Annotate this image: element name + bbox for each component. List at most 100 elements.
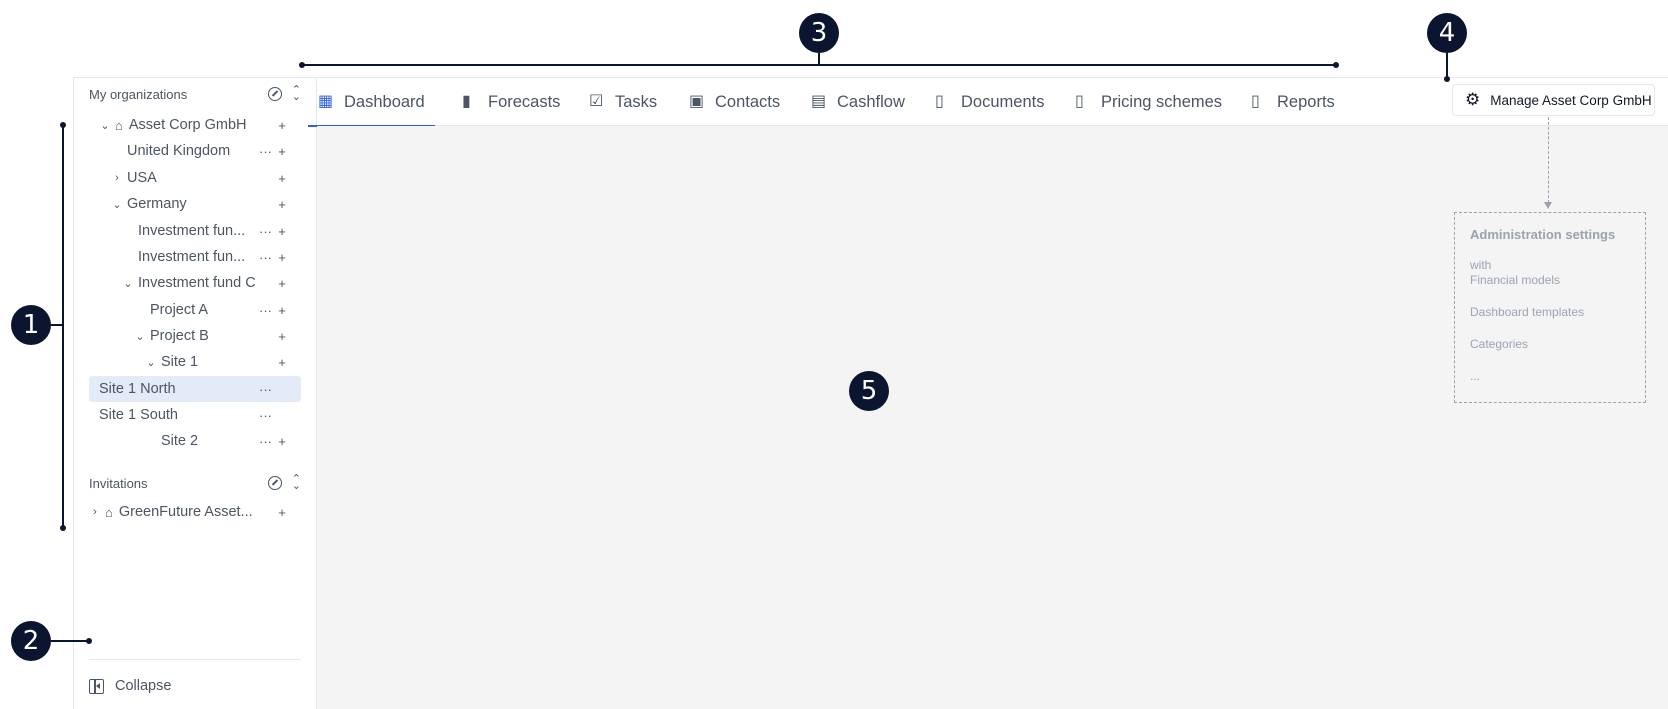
tree-item-label: Site 2 bbox=[161, 433, 199, 449]
callout-dot-4 bbox=[1444, 76, 1450, 82]
tree-item[interactable]: ⌄ Germany + bbox=[89, 191, 301, 217]
more-options-icon[interactable]: ··· bbox=[259, 250, 272, 265]
add-child-icon[interactable]: + bbox=[277, 276, 287, 291]
more-options-icon[interactable]: ··· bbox=[259, 144, 272, 159]
sidebar-divider bbox=[89, 659, 301, 660]
tree-item-actions: ··· + bbox=[259, 434, 287, 449]
tab-label: Documents bbox=[961, 92, 1045, 111]
more-options-icon[interactable]: ··· bbox=[259, 382, 272, 397]
chevron-right-icon[interactable]: › bbox=[89, 506, 101, 518]
tree-item-label: Project A bbox=[150, 302, 209, 318]
add-child-icon[interactable]: + bbox=[277, 171, 287, 186]
add-child-icon[interactable]: + bbox=[277, 303, 287, 318]
document-icon: ▯ bbox=[935, 93, 944, 110]
tab-label: Pricing schemes bbox=[1101, 92, 1223, 111]
callout-marker-5: 5 bbox=[849, 371, 889, 411]
tree-item-actions: ··· + bbox=[259, 250, 287, 265]
add-child-icon[interactable]: + bbox=[277, 505, 287, 520]
admin-settings-title: Administration settings bbox=[1470, 227, 1616, 242]
callout-dot-3a bbox=[299, 62, 305, 68]
compass-icon[interactable] bbox=[267, 476, 282, 490]
tree-item[interactable]: ⌄ Investment fund C + bbox=[89, 270, 301, 296]
add-child-icon[interactable]: + bbox=[277, 144, 287, 159]
organizations-header: My organizations ⌃ ⌄ bbox=[89, 84, 301, 104]
collapse-sidebar-icon bbox=[89, 678, 104, 694]
add-child-icon[interactable]: + bbox=[277, 250, 287, 265]
tree-item[interactable]: Project A ··· + bbox=[89, 297, 301, 323]
tab-forecasts[interactable]: ▮ Forecasts bbox=[452, 78, 570, 126]
tree-item[interactable]: Site 2 ··· + bbox=[89, 428, 301, 454]
sidebar: My organizations ⌃ ⌄ ⌄ ⌂ Asset Corp GmbH + Un… bbox=[73, 77, 317, 709]
add-child-icon[interactable]: + bbox=[277, 329, 287, 344]
admin-connector-line bbox=[1548, 117, 1549, 203]
chevron-down-icon[interactable]: ⌄ bbox=[122, 277, 134, 290]
add-child-icon[interactable]: + bbox=[277, 197, 287, 212]
tree-item-label: Asset Corp GmbH bbox=[128, 117, 247, 133]
chevron-right-icon[interactable]: › bbox=[111, 172, 123, 184]
chevron-down-icon[interactable]: ⌄ bbox=[134, 330, 146, 343]
callout-dot-3b bbox=[1333, 62, 1339, 68]
expand-collapse-icon[interactable]: ⌃ ⌄ bbox=[292, 85, 301, 103]
tab-tasks[interactable]: ☑ Tasks bbox=[579, 78, 667, 126]
more-options-icon[interactable]: ··· bbox=[259, 434, 272, 449]
house-icon: ⌂ bbox=[105, 504, 113, 520]
wallet-icon: ▤ bbox=[811, 93, 827, 110]
tab-reports[interactable]: ▯ Reports bbox=[1241, 78, 1345, 126]
tree-item[interactable]: Site 1 South ··· bbox=[89, 402, 301, 428]
tree-item[interactable]: ⌄ Site 1 + bbox=[89, 349, 301, 375]
compass-icon[interactable] bbox=[267, 87, 282, 101]
more-options-icon[interactable]: ··· bbox=[259, 408, 272, 423]
tree-item[interactable]: Investment fun... ··· + bbox=[89, 244, 301, 270]
callout-bracket-1 bbox=[62, 125, 64, 528]
callout-bracket-3 bbox=[302, 64, 1336, 66]
collapse-button[interactable]: Collapse bbox=[89, 674, 171, 698]
tab-contacts[interactable]: ▣ Contacts bbox=[679, 78, 790, 126]
main-content: Administration settings with Financial m… bbox=[317, 126, 1668, 709]
chevron-down-icon[interactable]: ⌄ bbox=[111, 198, 123, 211]
gear-icon: ⚙ bbox=[1465, 90, 1481, 109]
add-child-icon[interactable]: + bbox=[277, 118, 287, 133]
chevron-down-icon[interactable]: ⌄ bbox=[99, 119, 111, 132]
tab-documents[interactable]: ▯ Documents bbox=[925, 78, 1054, 126]
tree-item[interactable]: › USA + bbox=[89, 165, 301, 191]
tree-item[interactable]: ⌄ Project B + bbox=[89, 323, 301, 349]
tree-item[interactable]: Investment fun... ··· + bbox=[89, 218, 301, 244]
callout-marker-1: 1 bbox=[11, 305, 51, 345]
pricing-icon: ▯ bbox=[1075, 93, 1084, 110]
add-child-icon[interactable]: + bbox=[277, 224, 287, 239]
add-child-icon[interactable]: + bbox=[277, 434, 287, 449]
manage-organization-button[interactable]: ⚙ Manage Asset Corp GmbH bbox=[1452, 84, 1655, 116]
bar-chart-icon: ▮ bbox=[462, 93, 471, 110]
tree-item[interactable]: United Kingdom ··· + bbox=[89, 138, 301, 164]
report-icon: ▯ bbox=[1251, 93, 1260, 110]
invitations-heading: Invitations bbox=[89, 475, 148, 491]
tree-item[interactable]: Site 1 North ··· bbox=[89, 376, 301, 402]
tree-item-actions: + bbox=[259, 355, 287, 370]
tab-pricing-schemes[interactable]: ▯ Pricing schemes bbox=[1065, 78, 1232, 126]
tree-item-label: Germany bbox=[127, 196, 187, 212]
tab-dashboard[interactable]: ▦ Dashboard bbox=[308, 78, 435, 127]
expand-collapse-icon[interactable]: ⌃ ⌄ bbox=[292, 474, 301, 492]
more-options-icon[interactable]: ··· bbox=[259, 224, 272, 239]
callout-marker-4: 4 bbox=[1427, 13, 1467, 53]
tree-item-actions: ··· + bbox=[259, 144, 287, 159]
invitation-item[interactable]: › ⌂ GreenFuture Asset... + bbox=[89, 499, 301, 525]
tree-item-label: Project B bbox=[150, 328, 209, 344]
callout-marker-3: 3 bbox=[799, 13, 839, 53]
tree-item[interactable]: ⌄ ⌂ Asset Corp GmbH + bbox=[89, 112, 301, 138]
tree-item-label: Investment fun... bbox=[138, 249, 246, 265]
tree-item-label: Investment fund C bbox=[138, 275, 256, 291]
callout-dot-1a bbox=[60, 122, 66, 128]
collapse-label: Collapse bbox=[115, 678, 172, 694]
tree-item-actions: ··· + bbox=[259, 303, 287, 318]
tab-cashflow[interactable]: ▤ Cashflow bbox=[801, 78, 915, 126]
callout-dot-1b bbox=[60, 525, 66, 531]
more-options-icon[interactable]: ··· bbox=[259, 303, 272, 318]
add-child-icon[interactable]: + bbox=[277, 355, 287, 370]
contacts-icon: ▣ bbox=[689, 93, 705, 110]
tab-label: Tasks bbox=[615, 92, 658, 111]
callout-marker-2: 2 bbox=[11, 621, 51, 661]
chevron-down-icon[interactable]: ⌄ bbox=[145, 356, 157, 369]
tree-item-actions: + bbox=[259, 197, 287, 212]
tree-item-actions: + bbox=[259, 171, 287, 186]
